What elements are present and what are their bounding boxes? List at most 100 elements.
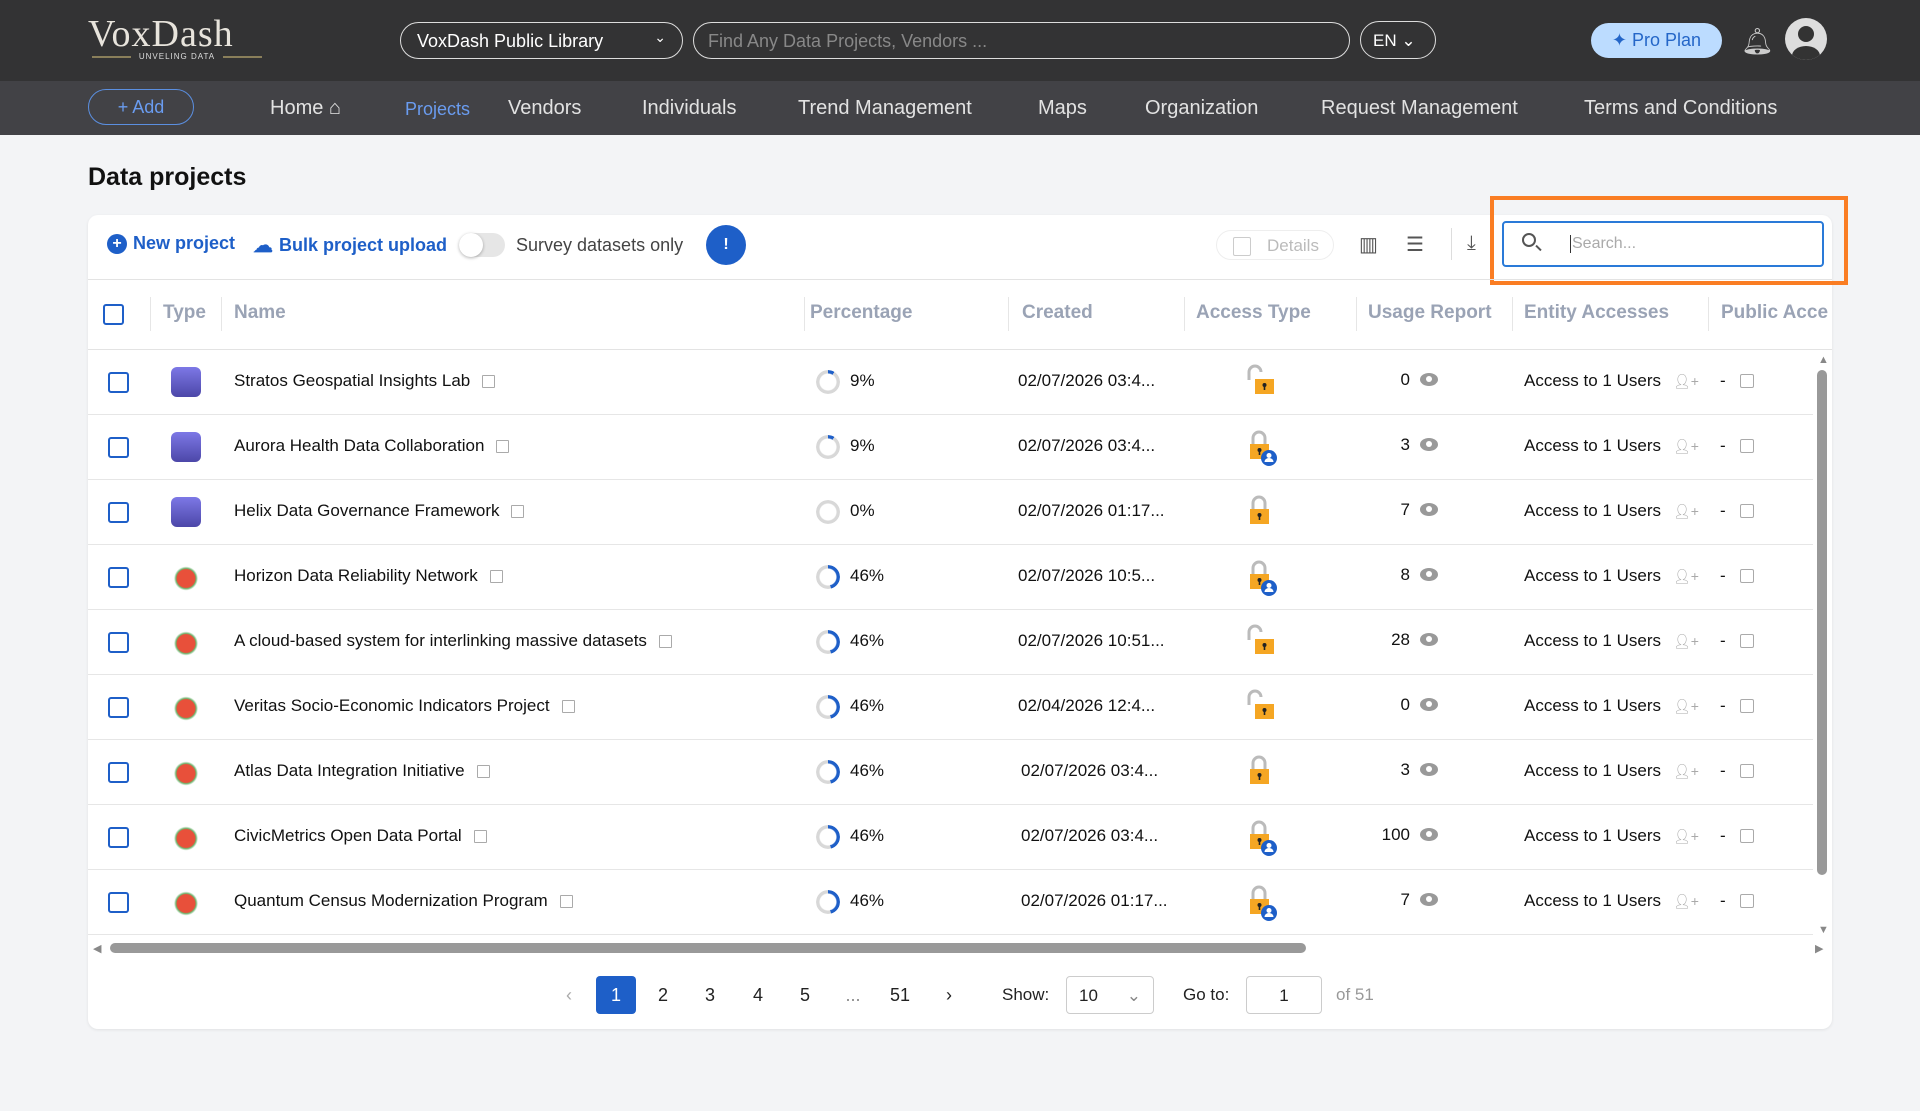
pro-plan-button[interactable]: ✦ Pro Plan	[1591, 23, 1722, 58]
row-checkbox[interactable]	[108, 567, 129, 588]
nav-vendors[interactable]: Vendors	[508, 97, 581, 120]
external-link-icon[interactable]	[559, 895, 573, 908]
nav-organization[interactable]: Organization	[1145, 97, 1258, 120]
column-header-entity-accesses[interactable]: Entity Accesses	[1524, 302, 1669, 324]
column-divider[interactable]	[804, 297, 805, 331]
next-page-button[interactable]: ›	[930, 976, 968, 1014]
external-link-icon[interactable]	[658, 635, 672, 648]
select-all-checkbox[interactable]	[103, 304, 124, 325]
scroll-down-arrow[interactable]: ▼	[1818, 924, 1829, 936]
edit-icon[interactable]	[1739, 699, 1754, 713]
external-link-icon[interactable]	[482, 375, 496, 388]
project-name-link[interactable]: CivicMetrics Open Data Portal	[234, 826, 487, 846]
row-checkbox[interactable]	[108, 502, 129, 523]
project-name-link[interactable]: Stratos Geospatial Insights Lab	[234, 371, 496, 391]
library-select[interactable]: VoxDash Public Library ⌄	[400, 22, 683, 59]
external-link-icon[interactable]	[476, 765, 490, 778]
project-name-link[interactable]: Quantum Census Modernization Program	[234, 891, 573, 911]
nav-projects[interactable]: Projects	[405, 99, 470, 120]
scroll-right-arrow[interactable]: ▶	[1815, 942, 1823, 955]
prev-page-button[interactable]: ‹	[550, 976, 588, 1014]
add-user-icon[interactable]: 👤︎+	[1673, 763, 1699, 779]
project-name-link[interactable]: Helix Data Governance Framework	[234, 501, 525, 521]
edit-icon[interactable]	[1739, 894, 1754, 908]
usage-report[interactable]: 100	[1382, 825, 1438, 845]
row-checkbox[interactable]	[108, 437, 129, 458]
page-size-select[interactable]: 10 ⌄	[1066, 976, 1154, 1014]
usage-report[interactable]: 3	[1401, 435, 1438, 455]
usage-report[interactable]: 7	[1401, 890, 1438, 910]
columns-icon[interactable]: ▥	[1359, 232, 1378, 257]
page-3-button[interactable]: 3	[691, 976, 729, 1014]
column-header-type[interactable]: Type	[163, 302, 206, 324]
usage-report[interactable]: 28	[1391, 630, 1438, 650]
eye-icon[interactable]	[1420, 438, 1438, 451]
scroll-left-arrow[interactable]: ◀	[93, 942, 101, 955]
page-2-button[interactable]: 2	[644, 976, 682, 1014]
project-name-link[interactable]: Horizon Data Reliability Network	[234, 566, 503, 586]
add-button[interactable]: + Add	[88, 89, 194, 125]
row-checkbox[interactable]	[108, 697, 129, 718]
add-user-icon[interactable]: 👤︎+	[1673, 568, 1699, 584]
add-user-icon[interactable]: 👤︎+	[1673, 503, 1699, 519]
nav-terms[interactable]: Terms and Conditions	[1584, 97, 1777, 120]
add-user-icon[interactable]: 👤︎+	[1673, 438, 1699, 454]
feedback-icon[interactable]: !	[706, 225, 746, 265]
goto-page-input[interactable]: 1	[1246, 976, 1322, 1014]
edit-icon[interactable]	[1739, 374, 1754, 388]
avatar[interactable]	[1785, 18, 1827, 60]
eye-icon[interactable]	[1420, 763, 1438, 776]
global-search-input[interactable]: Find Any Data Projects, Vendors ...	[693, 22, 1350, 59]
page-1-button[interactable]: 1	[596, 976, 636, 1014]
eye-icon[interactable]	[1420, 828, 1438, 841]
usage-report[interactable]: 7	[1401, 500, 1438, 520]
external-link-icon[interactable]	[496, 440, 510, 453]
nav-home[interactable]: Home ⌂	[270, 97, 341, 120]
filter-icon[interactable]: ☰	[1406, 232, 1424, 257]
page-5-button[interactable]: 5	[786, 976, 824, 1014]
column-header-created[interactable]: Created	[1022, 302, 1093, 324]
nav-request-management[interactable]: Request Management	[1321, 97, 1518, 120]
edit-icon[interactable]	[1739, 439, 1754, 453]
horizontal-scrollbar[interactable]	[110, 943, 1306, 953]
eye-icon[interactable]	[1420, 568, 1438, 581]
add-user-icon[interactable]: 👤︎+	[1673, 893, 1699, 909]
eye-icon[interactable]	[1420, 698, 1438, 711]
project-name-link[interactable]: Aurora Health Data Collaboration	[234, 436, 510, 456]
edit-icon[interactable]	[1739, 634, 1754, 648]
add-user-icon[interactable]: 👤︎+	[1673, 698, 1699, 714]
external-link-icon[interactable]	[561, 700, 575, 713]
row-checkbox[interactable]	[108, 372, 129, 393]
add-user-icon[interactable]: 👤︎+	[1673, 633, 1699, 649]
eye-icon[interactable]	[1420, 503, 1438, 516]
nav-trend-management[interactable]: Trend Management	[798, 97, 972, 120]
page-51-button[interactable]: 51	[881, 976, 919, 1014]
usage-report[interactable]: 0	[1401, 370, 1438, 390]
column-header-public-acce[interactable]: Public Acce	[1721, 302, 1828, 324]
nav-maps[interactable]: Maps	[1038, 97, 1087, 120]
download-icon[interactable]: ⤓	[1467, 232, 1476, 255]
column-divider[interactable]	[221, 297, 222, 331]
external-link-icon[interactable]	[511, 505, 525, 518]
eye-icon[interactable]	[1420, 633, 1438, 646]
column-divider[interactable]	[1184, 297, 1185, 331]
project-name-link[interactable]: Veritas Socio-Economic Indicators Projec…	[234, 696, 575, 716]
row-checkbox[interactable]	[108, 827, 129, 848]
column-header-percentage[interactable]: Percentage	[810, 302, 912, 324]
page-4-button[interactable]: 4	[739, 976, 777, 1014]
project-name-link[interactable]: Atlas Data Integration Initiative	[234, 761, 490, 781]
project-name-link[interactable]: A cloud-based system for interlinking ma…	[234, 631, 672, 651]
row-checkbox[interactable]	[108, 632, 129, 653]
row-checkbox[interactable]	[108, 762, 129, 783]
bulk-upload-button[interactable]: ☁ Bulk project upload	[253, 233, 447, 258]
edit-icon[interactable]	[1739, 504, 1754, 518]
column-header-name[interactable]: Name	[234, 302, 286, 324]
edit-icon[interactable]	[1739, 764, 1754, 778]
add-user-icon[interactable]: 👤︎+	[1673, 373, 1699, 389]
column-divider[interactable]	[1356, 297, 1357, 331]
eye-icon[interactable]	[1420, 893, 1438, 906]
usage-report[interactable]: 0	[1401, 695, 1438, 715]
column-divider[interactable]	[1708, 297, 1709, 331]
usage-report[interactable]: 8	[1401, 565, 1438, 585]
edit-icon[interactable]	[1739, 569, 1754, 583]
